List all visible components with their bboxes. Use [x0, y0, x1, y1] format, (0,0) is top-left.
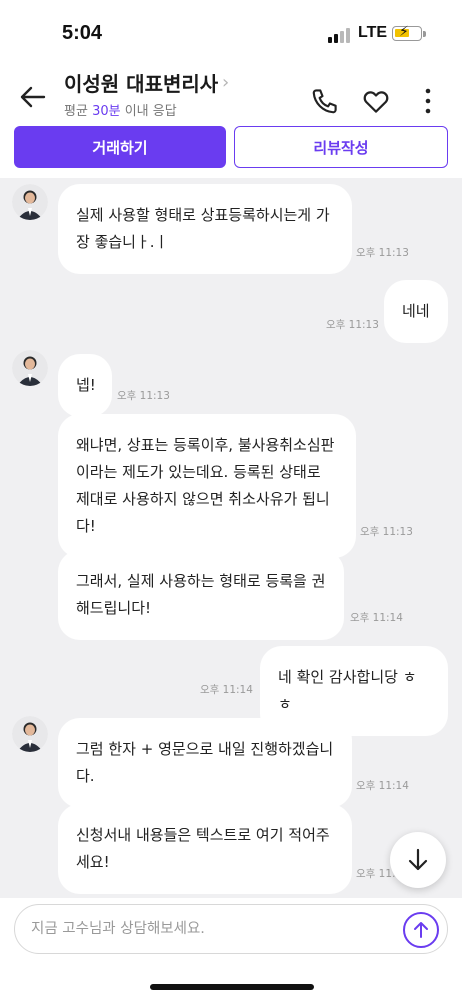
page-title[interactable]: 이성원 대표변리사 — [64, 68, 218, 97]
message-time: 오후 11:13 — [326, 319, 379, 331]
message-bubble: 실제 사용할 형태로 상표등록하시는게 가 장 좋습니ㅏ.ㅣ — [58, 184, 352, 274]
battery-tip — [423, 31, 426, 37]
back-arrow-icon[interactable] — [18, 84, 48, 110]
message-bubble: 네네 — [384, 280, 448, 343]
message-time: 오후 11:13 — [356, 247, 409, 259]
avatar[interactable] — [12, 350, 48, 386]
action-bar: 거래하기 리뷰작성 — [14, 126, 448, 170]
message-time: 오후 11:14 — [350, 612, 403, 624]
avatar[interactable] — [12, 716, 48, 752]
deal-button[interactable]: 거래하기 — [14, 126, 226, 168]
scroll-to-bottom-button[interactable] — [390, 832, 446, 888]
home-indicator — [150, 984, 314, 990]
response-time-subtitle: 평균 30분 이내 응답 — [64, 100, 177, 119]
person-avatar-icon — [12, 350, 48, 386]
subtitle-prefix: 평균 — [64, 104, 93, 119]
message-bubble: 왜냐면, 상표는 등록이후, 불사용취소심판 이라는 제도가 있는데요. 등록된… — [58, 414, 356, 558]
message-time: 오후 11:14 — [200, 684, 253, 696]
signal-icon — [328, 28, 350, 43]
more-vertical-icon[interactable] — [418, 86, 438, 116]
message-bubble: 그래서, 실제 사용하는 형태로 등록을 권 해드립니다! — [58, 550, 344, 640]
message-bubble: 넵! — [58, 354, 112, 417]
heart-icon[interactable] — [360, 86, 392, 116]
write-review-button[interactable]: 리뷰작성 — [234, 126, 448, 168]
network-label: LTE — [358, 24, 388, 41]
chevron-right-icon[interactable]: › — [222, 72, 229, 93]
message-input-container — [14, 904, 448, 954]
message-input[interactable] — [31, 905, 391, 953]
message-time: 오후 11:14 — [356, 780, 409, 792]
message-bubble: 신청서내 내용들은 텍스트로 여기 적어주 세요! — [58, 804, 352, 894]
send-button[interactable] — [403, 912, 439, 948]
send-arrow-icon — [414, 922, 428, 938]
message-bubble: 그럼 한자 + 영문으로 내일 진행하겠습니 다. — [58, 718, 352, 808]
person-avatar-icon — [12, 184, 48, 220]
arrow-down-icon — [408, 848, 428, 871]
subtitle-accent: 30분 — [92, 104, 121, 119]
subtitle-suffix: 이내 응답 — [120, 104, 177, 119]
status-bar: 5:04 LTE ⚡ — [0, 0, 462, 60]
phone-icon[interactable] — [310, 86, 340, 116]
battery-icon: ⚡ — [392, 24, 422, 41]
chat-header: 이성원 대표변리사 › 평균 30분 이내 응답 — [0, 60, 462, 124]
chat-thread[interactable]: 실제 사용할 형태로 상표등록하시는게 가 장 좋습니ㅏ.ㅣ 오후 11:13 … — [0, 178, 462, 898]
message-time: 오후 11:13 — [360, 526, 413, 538]
status-time: 5:04 — [62, 22, 103, 44]
message-time: 오후 11:13 — [117, 390, 170, 402]
person-avatar-icon — [12, 716, 48, 752]
avatar[interactable] — [12, 184, 48, 220]
